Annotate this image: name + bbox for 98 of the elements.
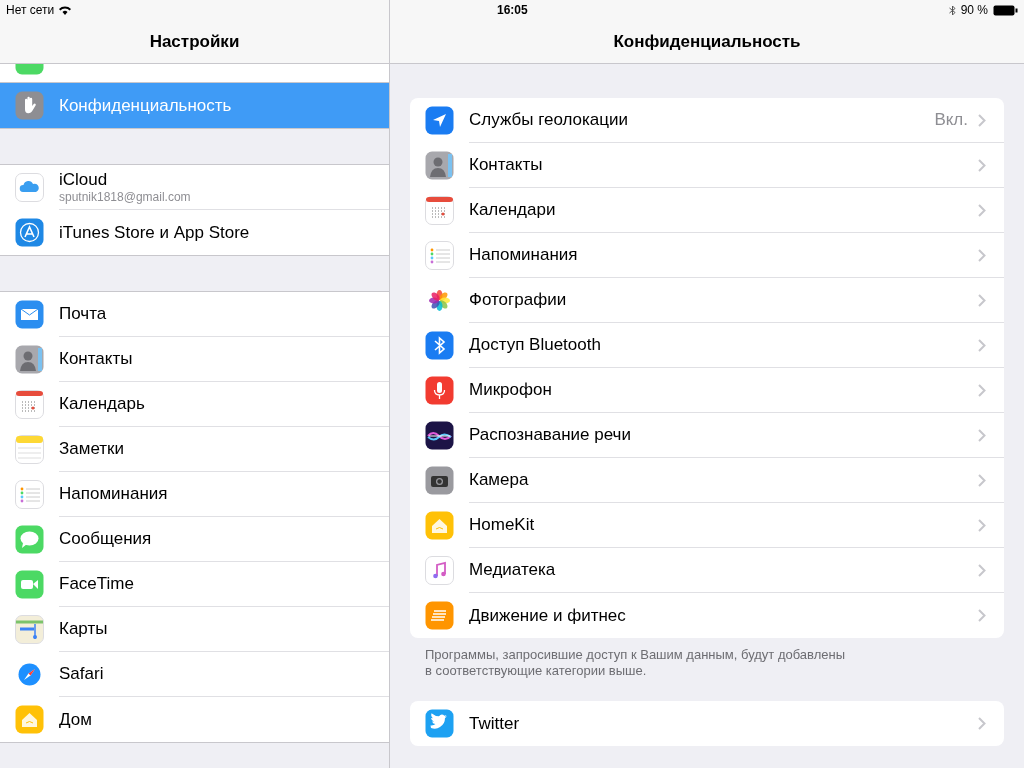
bluetooth-icon bbox=[948, 4, 956, 16]
page-title: Конфиденциальность bbox=[613, 30, 801, 53]
chevron-icon bbox=[978, 563, 986, 577]
checklist-icon bbox=[425, 241, 454, 270]
envelope-icon bbox=[15, 300, 44, 329]
item-label: Конфиденциальность bbox=[59, 95, 233, 116]
contact-icon bbox=[15, 345, 44, 374]
music-note-icon bbox=[425, 556, 454, 585]
item-label: Микрофон bbox=[469, 379, 553, 402]
chevron-icon bbox=[978, 428, 986, 442]
battery-percent: 90 % bbox=[960, 2, 988, 19]
camera-icon bbox=[425, 466, 454, 495]
checklist-icon bbox=[15, 480, 44, 509]
item-label: Фотографии bbox=[469, 289, 568, 312]
chevron-icon bbox=[978, 383, 986, 397]
battery-icon bbox=[993, 4, 1018, 16]
settings-item[interactable]: Напоминания bbox=[0, 472, 389, 517]
settings-item[interactable]: Карты bbox=[0, 607, 389, 652]
chevron-icon bbox=[978, 293, 986, 307]
item-label: Календари bbox=[469, 199, 557, 222]
settings-item[interactable]: Календари bbox=[410, 188, 1004, 233]
item-label: Safari bbox=[59, 664, 105, 684]
map-icon bbox=[15, 615, 44, 644]
item-label: iTunes Store и App Store bbox=[59, 222, 251, 243]
sidebar-title: Настройки bbox=[149, 30, 240, 53]
hand-icon bbox=[15, 91, 44, 120]
settings-item[interactable]: FaceTime bbox=[0, 562, 389, 607]
contact-icon bbox=[425, 151, 454, 180]
settings-item[interactable]: iTunes Store и App Store bbox=[0, 210, 389, 255]
calendar-icon bbox=[15, 390, 44, 419]
clock: 16:05 bbox=[497, 2, 528, 19]
chevron-icon bbox=[978, 113, 986, 127]
cloud-icon bbox=[15, 173, 44, 202]
chevron-icon bbox=[978, 609, 986, 622]
app-store-icon bbox=[15, 218, 44, 247]
bluetooth-icon bbox=[425, 331, 454, 360]
item-label: Доступ Bluetooth bbox=[469, 334, 602, 357]
item-label: Камера bbox=[469, 469, 530, 492]
settings-item[interactable]: Распознавание речи bbox=[410, 413, 1004, 458]
settings-item[interactable]: Микрофон bbox=[410, 368, 1004, 413]
item-label: Напоминания bbox=[469, 244, 579, 267]
item-subtitle: sputnik1818@gmail.com bbox=[59, 190, 192, 204]
item-label: HomeKit bbox=[469, 514, 536, 537]
house-icon bbox=[15, 705, 44, 734]
settings-item[interactable]: Движение и фитнес bbox=[410, 593, 1004, 638]
settings-item[interactable]: Дом bbox=[0, 697, 389, 742]
settings-item[interactable]: Службы геолокации Вкл. bbox=[410, 98, 1004, 143]
settings-item[interactable]: Напоминания bbox=[410, 233, 1004, 278]
house-icon bbox=[425, 511, 454, 540]
settings-item[interactable]: Доступ Bluetooth bbox=[410, 323, 1004, 368]
waves-icon bbox=[425, 421, 454, 450]
item-label: Twitter bbox=[469, 712, 521, 735]
item-label: Службы геолокации bbox=[469, 109, 630, 132]
chevron-icon bbox=[978, 717, 986, 730]
video-camera-icon bbox=[15, 570, 44, 599]
item-label: Почта bbox=[59, 304, 108, 324]
settings-item[interactable]: Календарь bbox=[0, 382, 389, 427]
settings-item[interactable]: HomeKit bbox=[410, 503, 1004, 548]
item-label: Напоминания bbox=[59, 484, 169, 504]
calendar-icon bbox=[425, 196, 454, 225]
settings-item[interactable]: Почта bbox=[0, 292, 389, 337]
item-label: Карты bbox=[59, 619, 109, 639]
item-label: Распознавание речи bbox=[469, 424, 632, 447]
speech-bubble-icon bbox=[15, 525, 44, 554]
settings-item[interactable]: Медиатека bbox=[410, 548, 1004, 593]
chevron-icon bbox=[978, 203, 986, 217]
settings-item[interactable]: Контакты bbox=[410, 143, 1004, 188]
item-label: Заметки bbox=[59, 439, 126, 459]
item-value: Вкл. bbox=[934, 109, 968, 132]
settings-item[interactable]: Twitter bbox=[410, 701, 1004, 746]
wifi-icon bbox=[58, 5, 73, 15]
settings-item[interactable]: iCloud sputnik1818@gmail.com bbox=[0, 165, 389, 210]
chevron-icon bbox=[978, 518, 986, 532]
item-label: Движение и фитнес bbox=[469, 604, 627, 627]
item-label: Сообщения bbox=[59, 529, 153, 549]
item-label: FaceTime bbox=[59, 574, 135, 594]
settings-item[interactable]: Контакты bbox=[0, 337, 389, 382]
item-label: Медиатека bbox=[469, 559, 557, 582]
chevron-icon bbox=[978, 338, 986, 352]
carrier-label: Нет сети bbox=[6, 2, 55, 19]
settings-item[interactable]: Safari bbox=[0, 652, 389, 697]
microphone-icon bbox=[425, 376, 454, 405]
lines-icon bbox=[425, 601, 454, 630]
item-label: Дом bbox=[59, 709, 93, 730]
notepad-icon bbox=[15, 435, 44, 464]
chevron-icon bbox=[978, 473, 986, 487]
section-footer: Программы, запросившие доступ к Вашим данным, будут добавлены в соответствующие категории выше. bbox=[410, 638, 1004, 701]
item-label: iCloud bbox=[59, 170, 109, 190]
settings-item[interactable]: Камера bbox=[410, 458, 1004, 503]
item-label: Календарь bbox=[59, 394, 146, 414]
chevron-icon bbox=[978, 158, 986, 172]
bird-icon bbox=[425, 709, 454, 738]
settings-item[interactable]: Фотографии bbox=[410, 278, 1004, 323]
item-label: Контакты bbox=[469, 154, 544, 177]
item-label: Контакты bbox=[59, 349, 134, 369]
settings-item[interactable]: Сообщения bbox=[0, 517, 389, 562]
settings-item[interactable]: Заметки bbox=[0, 427, 389, 472]
chevron-icon bbox=[978, 248, 986, 262]
